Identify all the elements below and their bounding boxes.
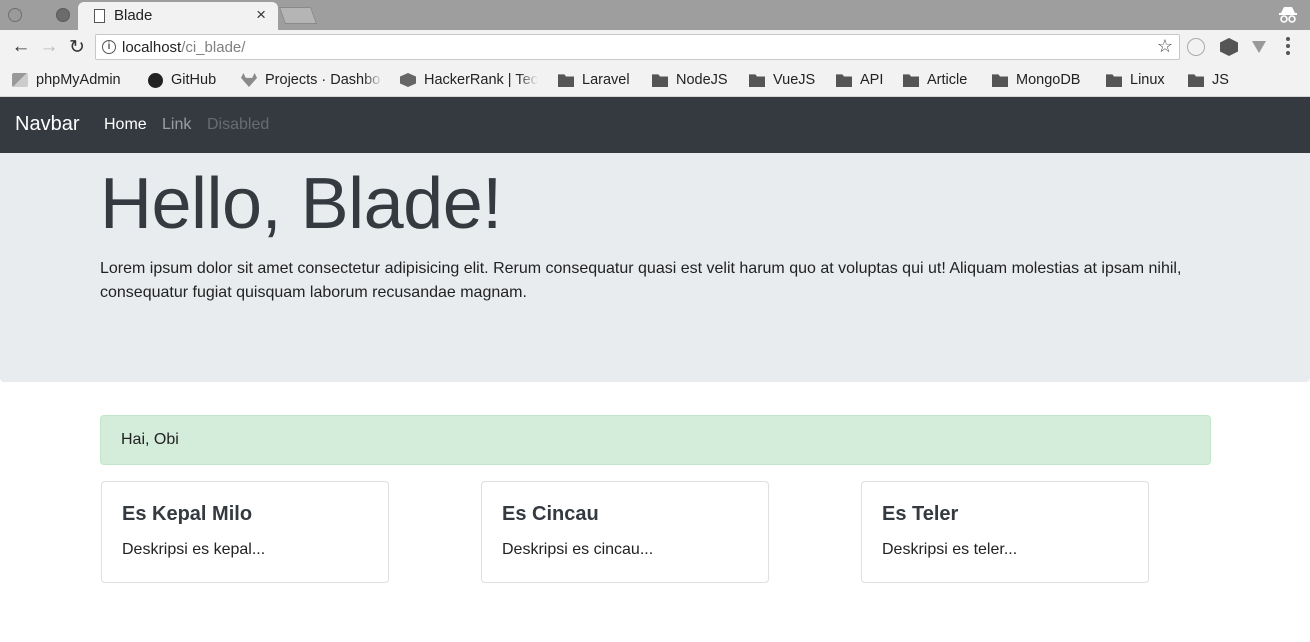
card-title: Es Kepal Milo — [122, 503, 253, 525]
reload-button[interactable]: ↻ — [66, 36, 88, 59]
new-tab-button[interactable] — [278, 7, 318, 24]
extension-cube-icon[interactable] — [1220, 38, 1238, 56]
folder-icon — [903, 74, 919, 87]
nav-link-disabled: Disabled — [207, 116, 270, 133]
folder-icon — [749, 74, 765, 87]
card: Es Cincau Deskripsi es cincau... — [481, 481, 769, 583]
nav-link-link[interactable]: Link — [162, 116, 191, 134]
tab-close-icon[interactable]: × — [256, 5, 266, 25]
bookmark-hackerrank[interactable]: HackerRank | Tec — [400, 70, 538, 90]
lead-paragraph: Lorem ipsum dolor sit amet consectetur a… — [100, 260, 1182, 301]
bookmark-label: VueJS — [773, 72, 816, 88]
jumbotron: Hello, Blade! Lorem ipsum dolor sit amet… — [0, 153, 1310, 382]
address-bar[interactable]: i localhost/ci_blade/ ☆ — [95, 34, 1180, 60]
bookmark-github[interactable]: GitHub — [148, 70, 228, 90]
window-minimize-button[interactable] — [56, 8, 70, 22]
success-alert: Hai, Obi — [100, 415, 1211, 465]
card-title: Es Teler — [882, 503, 959, 525]
bookmark-star-icon[interactable]: ☆ — [1157, 36, 1173, 57]
back-button[interactable]: ← — [10, 36, 32, 58]
bookmark-label: NodeJS — [676, 72, 728, 88]
page-icon — [94, 9, 105, 23]
bookmark-label: Article — [927, 72, 968, 88]
card: Es Kepal Milo Deskripsi es kepal... — [101, 481, 389, 583]
card: Es Teler Deskripsi es teler... — [861, 481, 1149, 583]
card-title: Es Cincau — [502, 503, 599, 525]
card-text: Deskripsi es kepal... — [122, 541, 266, 558]
bookmark-gitlab-projects[interactable]: Projects · Dashbo — [241, 70, 383, 90]
bookmark-label: Linux — [1130, 72, 1165, 88]
browser-menu-icon[interactable] — [1286, 37, 1290, 58]
window-close-button[interactable] — [8, 8, 22, 22]
bookmark-folder-article[interactable]: Article — [903, 70, 967, 90]
browser-toolbar: ← → ↻ i localhost/ci_blade/ ☆ — [0, 30, 1310, 64]
tab-title: Blade — [114, 7, 153, 24]
incognito-icon — [1279, 7, 1297, 23]
bookmarks-bar: phpMyAdmin GitHub Projects · Dashbo Hack… — [0, 64, 1310, 97]
folder-icon — [652, 74, 668, 87]
extension-vue-icon[interactable] — [1252, 41, 1266, 53]
bookmark-label: Laravel — [582, 72, 630, 88]
folder-icon — [992, 74, 1008, 87]
folder-icon — [836, 74, 852, 87]
url-path: /ci_blade/ — [181, 39, 246, 56]
bookmark-folder-mongodb[interactable]: MongoDB — [992, 70, 1080, 90]
bookmark-folder-laravel[interactable]: Laravel — [558, 70, 630, 90]
extension-icon[interactable] — [1187, 38, 1205, 56]
bookmark-folder-nodejs[interactable]: NodeJS — [652, 70, 728, 90]
bookmark-phpmyadmin[interactable]: phpMyAdmin — [12, 70, 132, 90]
bookmark-folder-vuejs[interactable]: VueJS — [749, 70, 815, 90]
phpmyadmin-icon — [12, 73, 28, 87]
url-text[interactable]: localhost/ci_blade/ — [122, 39, 245, 56]
bookmark-label: JS — [1212, 72, 1229, 88]
bookmark-folder-api[interactable]: API — [836, 70, 883, 90]
gitlab-icon — [241, 73, 257, 87]
forward-button[interactable]: → — [38, 36, 60, 58]
bookmark-folder-linux[interactable]: Linux — [1106, 70, 1165, 90]
site-info-icon[interactable]: i — [102, 40, 116, 54]
nav-link-home[interactable]: Home — [104, 116, 147, 134]
bookmark-label: API — [860, 72, 884, 88]
browser-tab[interactable]: Blade × — [78, 2, 278, 30]
card-text: Deskripsi es cincau... — [502, 541, 654, 558]
bookmark-label: MongoDB — [1016, 72, 1081, 88]
folder-icon — [1188, 74, 1204, 87]
folder-icon — [558, 74, 574, 87]
github-icon — [148, 72, 163, 88]
page-heading: Hello, Blade! — [100, 164, 502, 244]
folder-icon — [1106, 74, 1122, 87]
card-text: Deskripsi es teler... — [882, 541, 1018, 558]
navbar: Navbar Home Link Disabled — [0, 97, 1310, 153]
hackerrank-icon — [400, 73, 416, 87]
bookmark-label: GitHub — [171, 72, 217, 88]
url-host: localhost — [122, 39, 182, 56]
page-viewport: Navbar Home Link Disabled Hello, Blade! … — [0, 97, 1310, 642]
bookmark-folder-js[interactable]: JS — [1188, 70, 1229, 90]
alert-text: Hai, Obi — [121, 431, 179, 448]
bookmark-label: phpMyAdmin — [36, 72, 121, 88]
navbar-brand[interactable]: Navbar — [15, 113, 79, 136]
browser-tab-strip: Blade × — [0, 0, 1310, 30]
